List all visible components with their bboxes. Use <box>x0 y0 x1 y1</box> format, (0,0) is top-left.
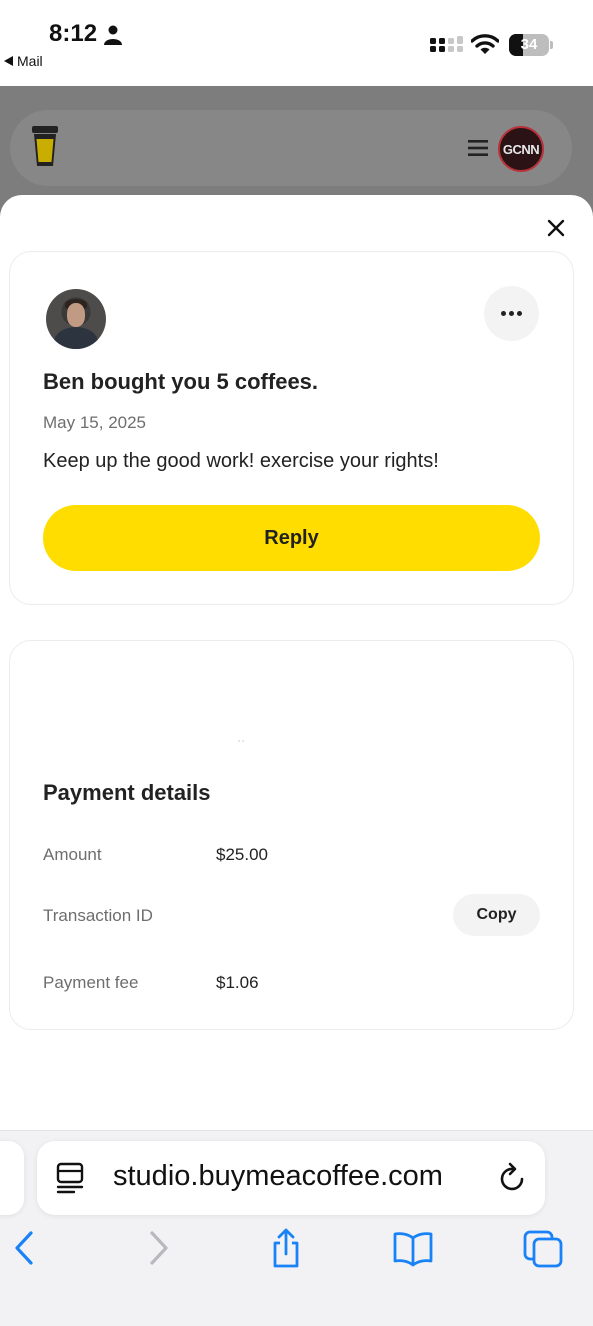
transaction-id-label: Transaction ID <box>43 906 153 925</box>
buymeacoffee-cup-icon[interactable] <box>30 124 60 168</box>
copy-transaction-id-button[interactable]: Copy <box>453 894 540 936</box>
close-icon[interactable] <box>544 216 568 240</box>
back-app-label: Mail <box>17 53 43 69</box>
page-menu-icon[interactable] <box>56 1162 86 1194</box>
reload-icon[interactable] <box>498 1161 528 1193</box>
battery-indicator: 34 <box>509 34 553 56</box>
hamburger-menu-icon[interactable] <box>468 139 488 157</box>
support-message: Keep up the good work! exercise your rig… <box>43 450 439 472</box>
supporter-title: Ben bought you 5 coffees. <box>43 369 319 394</box>
payment-details-title: Payment details <box>43 780 211 805</box>
wifi-icon <box>471 34 499 54</box>
status-bar: 8:12 Mail 34 <box>0 0 593 86</box>
share-icon[interactable] <box>266 1228 306 1268</box>
channel-avatar[interactable]: GCNN <box>498 126 544 172</box>
support-date: May 15, 2025 <box>43 413 147 432</box>
url-text[interactable]: studio.buymeacoffee.com <box>113 1160 443 1193</box>
forward-icon[interactable] <box>140 1228 180 1268</box>
payment-details-card <box>9 640 574 1030</box>
back-arrow-icon <box>4 56 13 66</box>
amount-label: Amount <box>43 845 102 864</box>
loading-placeholder <box>238 729 248 742</box>
amount-value: $25.00 <box>216 845 268 864</box>
battery-percent: 34 <box>520 36 538 53</box>
more-dots-icon <box>501 311 506 316</box>
previous-tab-peek[interactable] <box>0 1141 24 1215</box>
status-time: 8:12 <box>49 20 98 47</box>
back-to-mail-link[interactable]: Mail <box>4 53 43 69</box>
supporter-avatar <box>46 289 106 349</box>
back-icon[interactable] <box>6 1228 46 1268</box>
payment-fee-value: $1.06 <box>216 973 259 992</box>
cellular-signal-icon <box>430 36 463 52</box>
more-options-button[interactable] <box>484 286 539 341</box>
payment-fee-label: Payment fee <box>43 973 139 992</box>
person-icon <box>104 25 122 45</box>
tabs-icon[interactable] <box>523 1228 563 1268</box>
bookmarks-icon[interactable] <box>393 1228 433 1268</box>
reply-button[interactable]: Reply <box>43 505 540 571</box>
